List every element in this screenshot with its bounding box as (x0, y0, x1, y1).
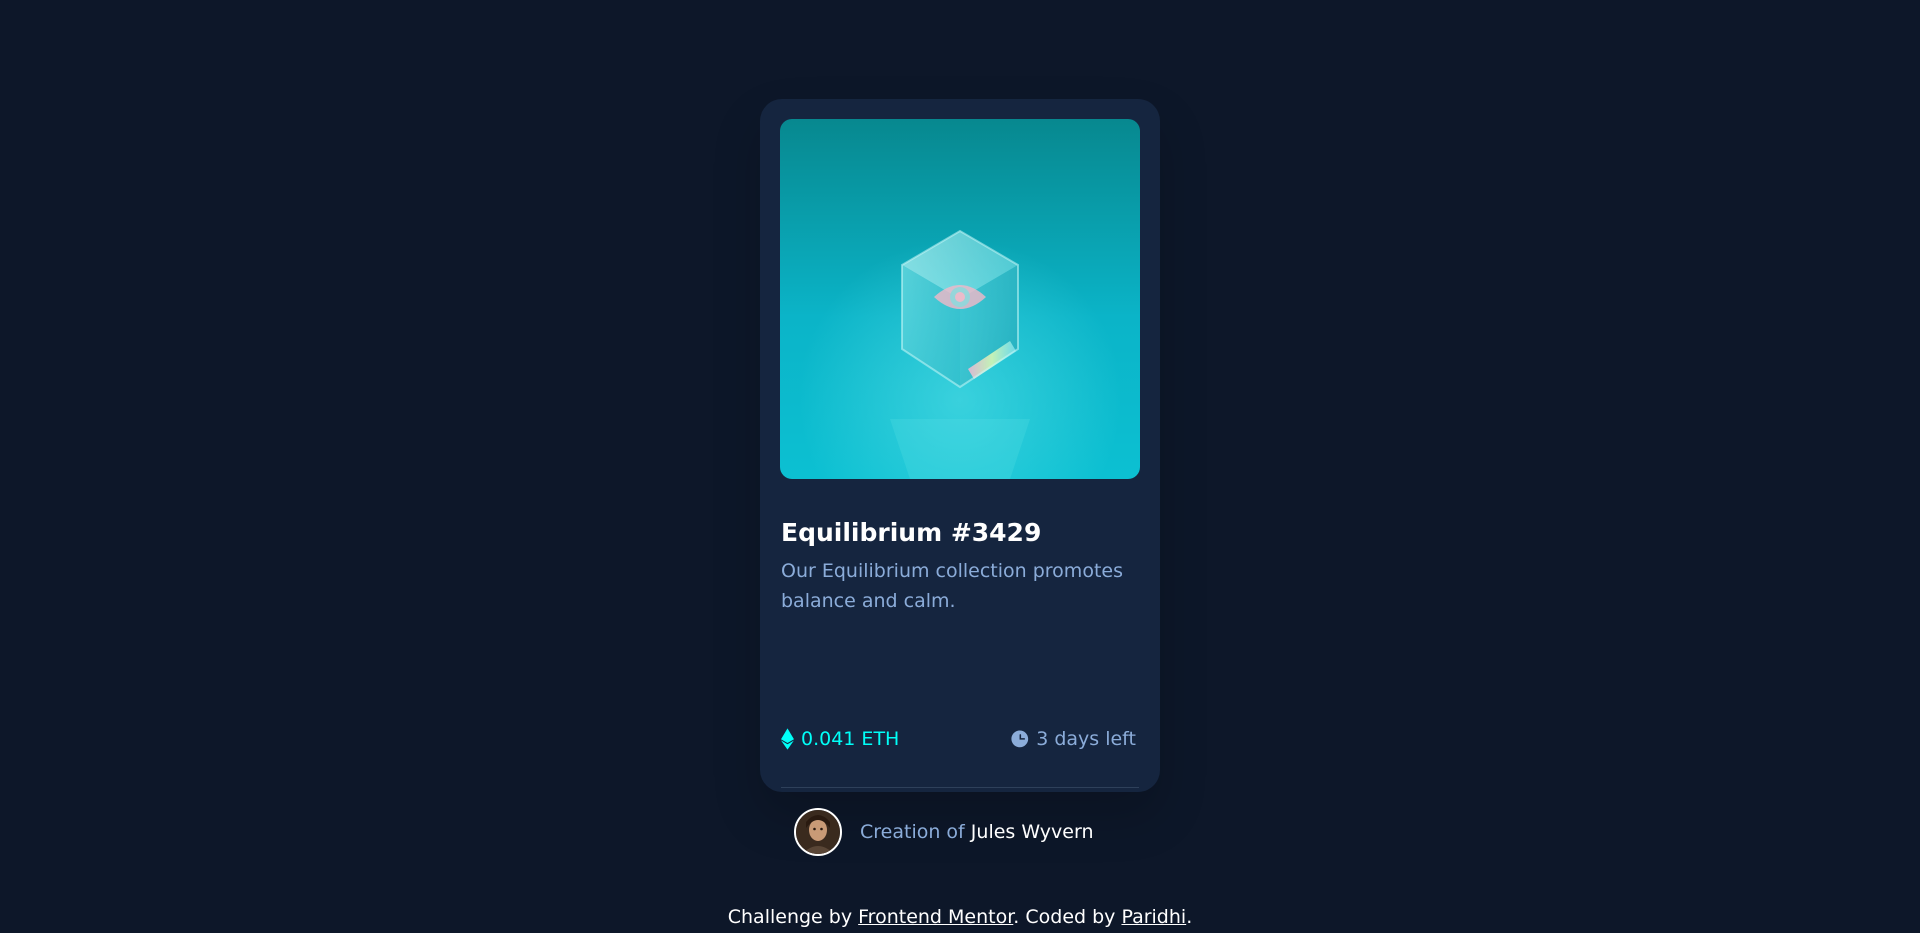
ethereum-icon (781, 728, 794, 750)
page: Equilibrium #3429 Our Equilibrium collec… (0, 0, 1920, 933)
avatar (794, 808, 842, 856)
creator-prefix: Creation of (860, 821, 965, 843)
nft-card: Equilibrium #3429 Our Equilibrium collec… (760, 99, 1160, 856)
attribution-prefix: Challenge by (727, 906, 853, 928)
attribution: Challenge by Frontend Mentor. Coded by P… (0, 902, 1920, 932)
card-meta: 0.041 ETH 3 days left (781, 721, 1136, 757)
creator-name[interactable]: Jules Wyvern (971, 821, 1094, 843)
card-title[interactable]: Equilibrium #3429 (781, 516, 1041, 550)
equilibrium-cube-image (780, 119, 1140, 479)
divider (781, 787, 1139, 788)
time-left-value: 3 days left (1036, 728, 1136, 750)
avatar-image (796, 810, 840, 854)
price: 0.041 ETH (781, 721, 899, 757)
creator: Creation of Jules Wyvern (794, 808, 1094, 856)
price-value: 0.041 ETH (801, 728, 900, 750)
card-description: Our Equilibrium collection promotes bala… (781, 560, 1123, 612)
attribution-suffix: . (1186, 906, 1193, 928)
time-left: 3 days left (1011, 721, 1136, 757)
clock-icon (1011, 730, 1029, 748)
creator-text: Creation of Jules Wyvern (860, 821, 1094, 843)
equilibrium-image[interactable] (780, 119, 1140, 479)
frontend-mentor-link[interactable]: Frontend Mentor (858, 906, 1013, 928)
author-link[interactable]: Paridhi (1121, 906, 1186, 928)
attribution-middle: . Coded by (1013, 906, 1116, 928)
